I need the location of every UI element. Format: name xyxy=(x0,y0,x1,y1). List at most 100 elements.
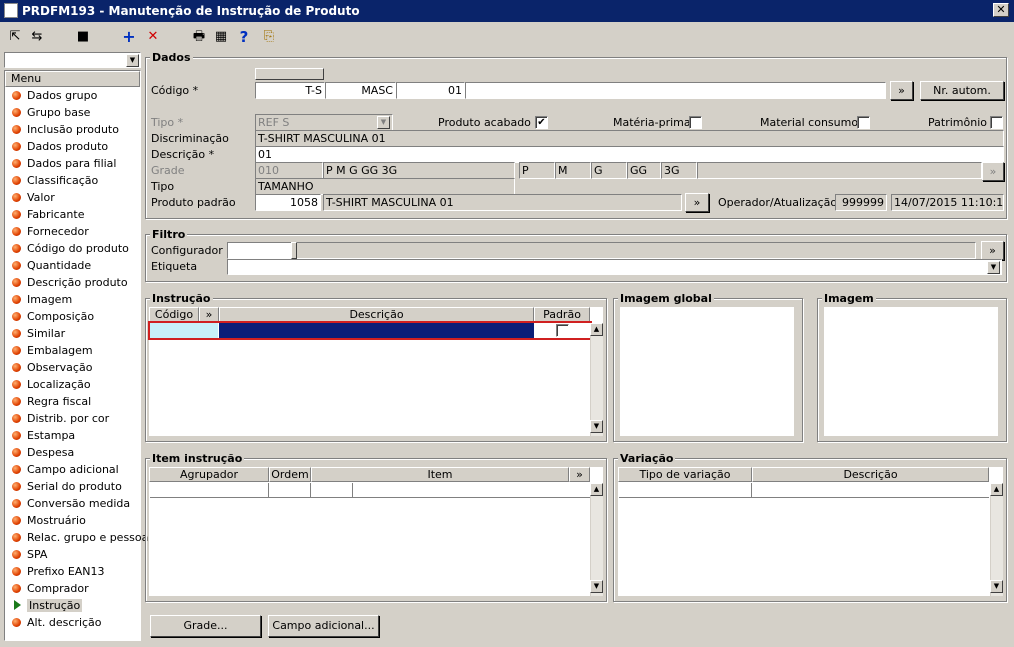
instrucao-scroll-down[interactable]: ▼ xyxy=(590,420,603,433)
print-icon[interactable]: 🖶 xyxy=(190,28,208,46)
codigo-field-1[interactable]: T-S xyxy=(255,82,325,99)
produto-acabado-label: Produto acabado xyxy=(438,116,531,129)
menu-item[interactable]: Observação xyxy=(5,359,140,376)
menu-item[interactable]: Dados para filial xyxy=(5,155,140,172)
menu-item[interactable]: Despesa xyxy=(5,444,140,461)
variacao-scroll-down[interactable]: ▼ xyxy=(990,580,1003,593)
menu-item[interactable]: Dados grupo xyxy=(5,87,140,104)
menu-item[interactable]: Fornecedor xyxy=(5,223,140,240)
grade-code-field: 010 xyxy=(255,162,323,179)
menu-item[interactable]: Similar xyxy=(5,325,140,342)
codigo-field-4[interactable] xyxy=(465,82,886,99)
configurador-more-button[interactable]: » xyxy=(981,241,1004,260)
menu-item-label: Serial do produto xyxy=(27,480,122,493)
tipo-select[interactable]: REF S xyxy=(255,114,393,131)
variacao-scroll-up[interactable]: ▲ xyxy=(990,483,1003,496)
menu-item[interactable]: Descrição produto xyxy=(5,274,140,291)
item-col-agrupador[interactable]: Agrupador xyxy=(149,467,269,482)
menu-item[interactable]: Valor xyxy=(5,189,140,206)
codigo-label: Código * xyxy=(151,84,199,97)
bullet-icon xyxy=(12,295,21,304)
exit-icon[interactable]: ⎘ xyxy=(260,28,278,46)
menu-item-label: Estampa xyxy=(27,429,76,442)
menu-item[interactable]: Comprador xyxy=(5,580,140,597)
item-scroll-up[interactable]: ▲ xyxy=(590,483,603,496)
instrucao-row-highlight xyxy=(148,321,592,340)
save-icon[interactable]: ■ xyxy=(74,28,92,46)
add-icon[interactable]: + xyxy=(120,28,138,46)
menu-item[interactable]: Imagem xyxy=(5,291,140,308)
produto-acabado-checkbox[interactable]: ✔ xyxy=(535,116,548,129)
codigo-more-button[interactable]: » xyxy=(890,81,913,100)
variacao-row[interactable] xyxy=(619,483,989,498)
menu-item[interactable]: Instrução xyxy=(5,597,140,614)
menu-item[interactable]: Prefixo EAN13 xyxy=(5,563,140,580)
etiqueta-dropdown-icon[interactable]: ▼ xyxy=(987,261,1000,274)
menu-item[interactable]: Regra fiscal xyxy=(5,393,140,410)
patrimonio-checkbox[interactable] xyxy=(990,116,1003,129)
menu-item-label: Fabricante xyxy=(27,208,85,221)
menu-item[interactable]: Dados produto xyxy=(5,138,140,155)
instrucao-scroll-up[interactable]: ▲ xyxy=(590,323,603,336)
delete-icon[interactable]: ✕ xyxy=(144,28,162,46)
produto-padrao-more-button[interactable]: » xyxy=(685,193,709,212)
item-scroll-down[interactable]: ▼ xyxy=(590,580,603,593)
grade-size-5: 3G xyxy=(661,162,697,179)
etiqueta-select[interactable] xyxy=(227,259,1002,275)
menu-item[interactable]: Fabricante xyxy=(5,206,140,223)
menu-item-label: Valor xyxy=(27,191,55,204)
produto-padrao-code[interactable]: 1058 xyxy=(255,194,321,211)
tipo2-label: Tipo xyxy=(151,180,175,193)
menu-combo[interactable] xyxy=(4,52,141,68)
codigo-field-3[interactable]: 01 xyxy=(396,82,465,99)
item-row[interactable] xyxy=(150,483,590,498)
tipo-dropdown-icon[interactable]: ▼ xyxy=(377,116,390,129)
menu-item[interactable]: Alt. descrição xyxy=(5,614,140,631)
menu-item[interactable]: Quantidade xyxy=(5,257,140,274)
configurador-field[interactable] xyxy=(227,242,292,259)
menu-item[interactable]: Inclusão produto xyxy=(5,121,140,138)
instrucao-col-codigo[interactable]: Código xyxy=(149,307,199,322)
menu-item-label: Instrução xyxy=(27,599,83,612)
campo-adicional-button[interactable]: Campo adicional... xyxy=(268,615,379,637)
item-col-more[interactable]: » xyxy=(569,467,590,482)
instrucao-col-more[interactable]: » xyxy=(199,307,219,322)
menu-item[interactable]: Classificação xyxy=(5,172,140,189)
menu-item[interactable]: Serial do produto xyxy=(5,478,140,495)
menu-item-label: Fornecedor xyxy=(27,225,89,238)
menu-item[interactable]: Embalagem xyxy=(5,342,140,359)
menu-item[interactable]: Conversão medida xyxy=(5,495,140,512)
variacao-col-descricao[interactable]: Descrição xyxy=(752,467,989,482)
help-icon[interactable]: ? xyxy=(235,28,253,46)
menu-item[interactable]: Estampa xyxy=(5,427,140,444)
descricao-field[interactable]: 01 xyxy=(255,146,1004,163)
menu-item[interactable]: Mostruário xyxy=(5,512,140,529)
grade-desc-field: P M G GG 3G xyxy=(323,162,515,179)
configurador-splitter[interactable] xyxy=(291,242,297,259)
codigo-field-2[interactable]: MASC xyxy=(325,82,396,99)
filtro-title: Filtro xyxy=(150,228,188,241)
grade-button[interactable]: Grade... xyxy=(150,615,261,637)
menu-item[interactable]: Campo adicional xyxy=(5,461,140,478)
material-consumo-checkbox[interactable] xyxy=(857,116,870,129)
close-button[interactable]: ✕ xyxy=(993,3,1009,17)
item-col-ordem[interactable]: Ordem xyxy=(269,467,311,482)
menu-item[interactable]: Localização xyxy=(5,376,140,393)
menu-item[interactable]: Relac. grupo e pessoa xyxy=(5,529,148,546)
switch-icon[interactable]: ⇆ xyxy=(28,28,46,46)
nr-autom-button[interactable]: Nr. autom. xyxy=(920,81,1004,100)
grid-icon[interactable]: ▦ xyxy=(212,28,230,46)
back-icon[interactable]: ⇱ xyxy=(6,28,24,46)
variacao-col-tipo[interactable]: Tipo de variação xyxy=(618,467,752,482)
item-col-item[interactable]: Item xyxy=(311,467,569,482)
menu-item[interactable]: Grupo base xyxy=(5,104,140,121)
menu-item[interactable]: Composição xyxy=(5,308,140,325)
menu-item[interactable]: SPA xyxy=(5,546,140,563)
grade-more-button[interactable]: » xyxy=(982,162,1004,181)
instrucao-col-padrao[interactable]: Padrão xyxy=(534,307,590,322)
materia-prima-checkbox[interactable] xyxy=(689,116,702,129)
menu-item[interactable]: Distrib. por cor xyxy=(5,410,140,427)
instrucao-col-descricao[interactable]: Descrição xyxy=(219,307,534,322)
menu-combo-dropdown-icon[interactable]: ▼ xyxy=(126,54,139,67)
menu-item[interactable]: Código do produto xyxy=(5,240,140,257)
